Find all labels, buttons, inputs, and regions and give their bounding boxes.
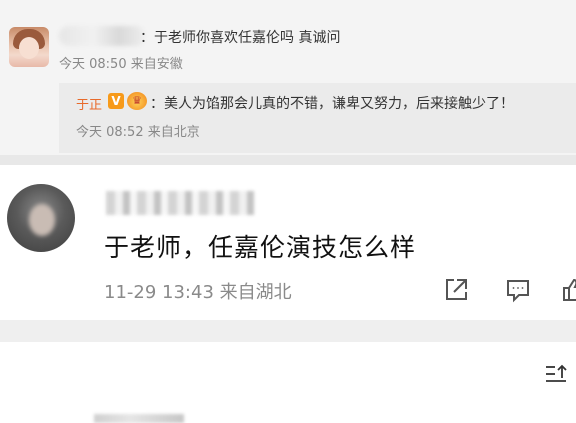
member-crown-icon: ♛	[127, 92, 147, 110]
commenter-avatar[interactable]	[9, 27, 49, 67]
main-comment-meta: 11-29 13:43 来自湖北	[104, 282, 292, 303]
top-comment-text: ：于老师你喜欢任嘉伦吗 真诚问	[140, 30, 341, 46]
share-icon[interactable]	[443, 277, 469, 303]
commenter-avatar[interactable]	[7, 184, 75, 252]
blurred-username	[59, 26, 145, 46]
top-comment-meta: 今天 08:50 来自安徽	[59, 57, 183, 72]
divider	[0, 155, 576, 165]
reply-text: ：美人为馅那会儿真的不错，谦卑又努力，后来接触少了！	[150, 96, 514, 112]
divider	[0, 320, 576, 342]
reply-meta: 今天 08:52 来自北京	[76, 125, 200, 140]
blurred-username	[94, 414, 184, 423]
reply-author-name[interactable]: 于正	[76, 94, 102, 113]
next-comment-area	[0, 342, 576, 423]
sort-icon[interactable]	[544, 362, 568, 386]
main-comment-text: 于老师，任嘉伦演技怎么样	[104, 233, 417, 262]
blurred-username	[106, 191, 254, 215]
verified-badge-icon: V	[108, 93, 124, 109]
like-icon[interactable]	[561, 277, 576, 303]
comment-icon[interactable]	[505, 277, 531, 303]
